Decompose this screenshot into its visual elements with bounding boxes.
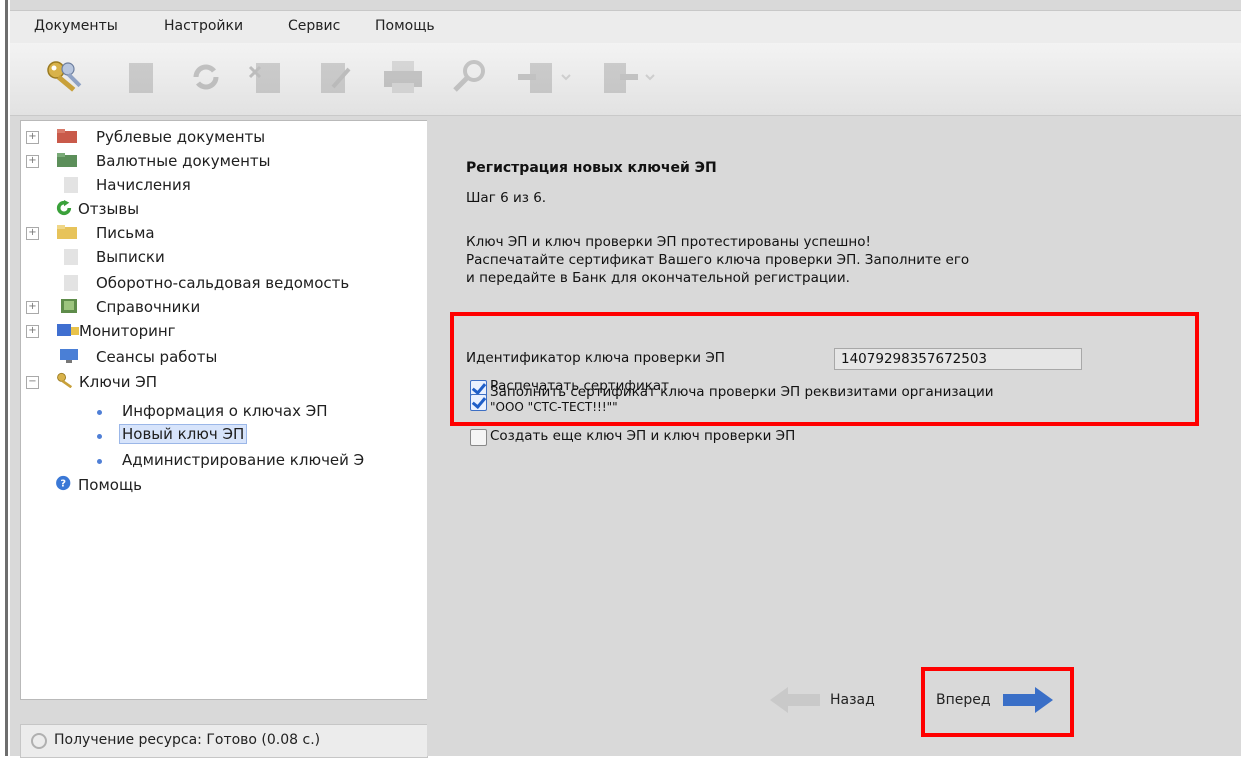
toolbar xyxy=(10,43,1241,116)
expand-icon[interactable]: + xyxy=(26,155,39,168)
tree-item-currency-documents[interactable]: + Валютные документы xyxy=(21,149,421,173)
tree-item-ruble-documents[interactable]: + Рублевые документы xyxy=(21,125,421,149)
expand-icon[interactable]: + xyxy=(26,325,39,338)
tree-item-letters[interactable]: + Письма xyxy=(21,221,421,245)
edit-document-icon[interactable] xyxy=(315,57,355,97)
search-icon[interactable] xyxy=(450,57,496,97)
tree-item-label: Справочники xyxy=(96,298,201,316)
tree-item-label: Информация о ключах ЭП xyxy=(122,402,328,420)
tree-item-sig-keys[interactable]: − Ключи ЭП xyxy=(21,370,421,394)
tree-item-label: Сеансы работы xyxy=(96,348,218,366)
expand-icon[interactable]: + xyxy=(26,131,39,144)
export-dropdown-icon[interactable] xyxy=(600,57,660,97)
wizard-message-line: и передайте в Банк для окончательной рег… xyxy=(466,270,850,286)
monitor-icon xyxy=(60,349,78,363)
keys-icon[interactable] xyxy=(40,57,90,97)
tree-item-label: Администрирование ключей Э xyxy=(122,451,365,469)
create-more-checkbox[interactable] xyxy=(470,429,487,446)
wizard-message-line: Ключ ЭП и ключ проверки ЭП протестирован… xyxy=(466,234,871,250)
folder-currency-icon xyxy=(57,153,77,167)
window-left-border xyxy=(0,0,10,756)
highlight-box-next xyxy=(921,667,1074,737)
arrow-left-icon xyxy=(770,687,820,713)
back-button[interactable]: Назад xyxy=(770,680,875,720)
tree-item-key-info[interactable]: Информация о ключах ЭП xyxy=(21,399,421,423)
tree-item-work-sessions[interactable]: Сеансы работы xyxy=(21,345,421,369)
tree-item-new-key[interactable]: Новый ключ ЭП xyxy=(21,423,421,447)
tree-item-directories[interactable]: + Справочники xyxy=(21,295,421,319)
tree-item-label: Валютные документы xyxy=(96,152,271,170)
bullet-icon xyxy=(97,434,102,439)
tree-item-label: Оборотно-сальдовая ведомость xyxy=(96,274,350,292)
import-dropdown-icon[interactable] xyxy=(516,57,576,97)
menu-settings[interactable]: Настройки xyxy=(164,18,243,34)
highlight-box-options xyxy=(450,312,1199,426)
document-icon xyxy=(64,275,78,291)
loading-icon xyxy=(31,733,47,749)
menu-bar: Документы Настройки Сервис Помощь xyxy=(10,10,1241,44)
menu-service[interactable]: Сервис xyxy=(288,18,340,34)
tree-item-label: Начисления xyxy=(96,176,191,194)
bullet-icon xyxy=(97,459,102,464)
expand-icon[interactable]: + xyxy=(26,227,39,240)
tree-item-accruals[interactable]: Начисления xyxy=(21,173,421,197)
help-icon: ? xyxy=(56,475,71,491)
back-label: Назад xyxy=(830,692,875,708)
menu-documents[interactable]: Документы xyxy=(34,18,118,34)
document-icon xyxy=(64,249,78,265)
keys-icon xyxy=(57,372,73,388)
tree-item-help[interactable]: ? Помощь xyxy=(21,473,421,497)
tree-item-key-admin[interactable]: Администрирование ключей Э xyxy=(21,448,421,472)
tree-item-label: Рублевые документы xyxy=(96,128,266,146)
delete-document-icon[interactable] xyxy=(246,57,286,97)
new-document-icon[interactable] xyxy=(126,57,156,97)
tree-item-recalls[interactable]: Отзывы xyxy=(21,197,421,221)
refresh-icon[interactable] xyxy=(186,57,226,97)
tree-item-label: Выписки xyxy=(96,248,165,266)
recall-arrow-icon xyxy=(56,200,72,216)
tree-item-label-selected: Новый ключ ЭП xyxy=(119,424,248,444)
directory-book-icon xyxy=(61,299,77,313)
tree-item-label: Письма xyxy=(96,224,155,242)
folder-ruble-icon xyxy=(57,129,77,143)
wizard-step: Шаг 6 из 6. xyxy=(466,190,547,206)
tree-item-label: Мониторинг xyxy=(79,322,176,340)
svg-text:?: ? xyxy=(60,479,66,490)
collapse-icon[interactable]: − xyxy=(26,376,39,389)
tree-item-monitoring[interactable]: + Мониторинг xyxy=(21,319,421,343)
document-icon xyxy=(64,177,78,193)
wizard-title: Регистрация новых ключей ЭП xyxy=(466,160,717,176)
tree-item-label: Отзывы xyxy=(78,200,140,218)
create-more-label: Создать еще ключ ЭП и ключ проверки ЭП xyxy=(490,428,796,444)
navigation-tree: + Рублевые документы + Валютные документ… xyxy=(20,120,428,700)
tree-item-turnover-balance[interactable]: Оборотно-сальдовая ведомость xyxy=(21,271,421,295)
menu-help[interactable]: Помощь xyxy=(375,18,435,34)
tree-item-statements[interactable]: Выписки xyxy=(21,245,421,269)
status-bar: Получение ресурса: Готово (0.08 с.) xyxy=(20,724,428,758)
expand-icon[interactable]: + xyxy=(26,301,39,314)
wizard-message-line: Распечатайте сертификат Вашего ключа про… xyxy=(466,252,970,268)
print-icon[interactable] xyxy=(380,57,426,97)
monitoring-icon xyxy=(57,324,79,336)
folder-letters-icon xyxy=(57,225,77,239)
tree-item-label: Помощь xyxy=(78,476,142,494)
tree-item-label: Ключи ЭП xyxy=(79,373,157,391)
status-text: Получение ресурса: Готово (0.08 с.) xyxy=(54,732,321,748)
bullet-icon xyxy=(97,410,102,415)
